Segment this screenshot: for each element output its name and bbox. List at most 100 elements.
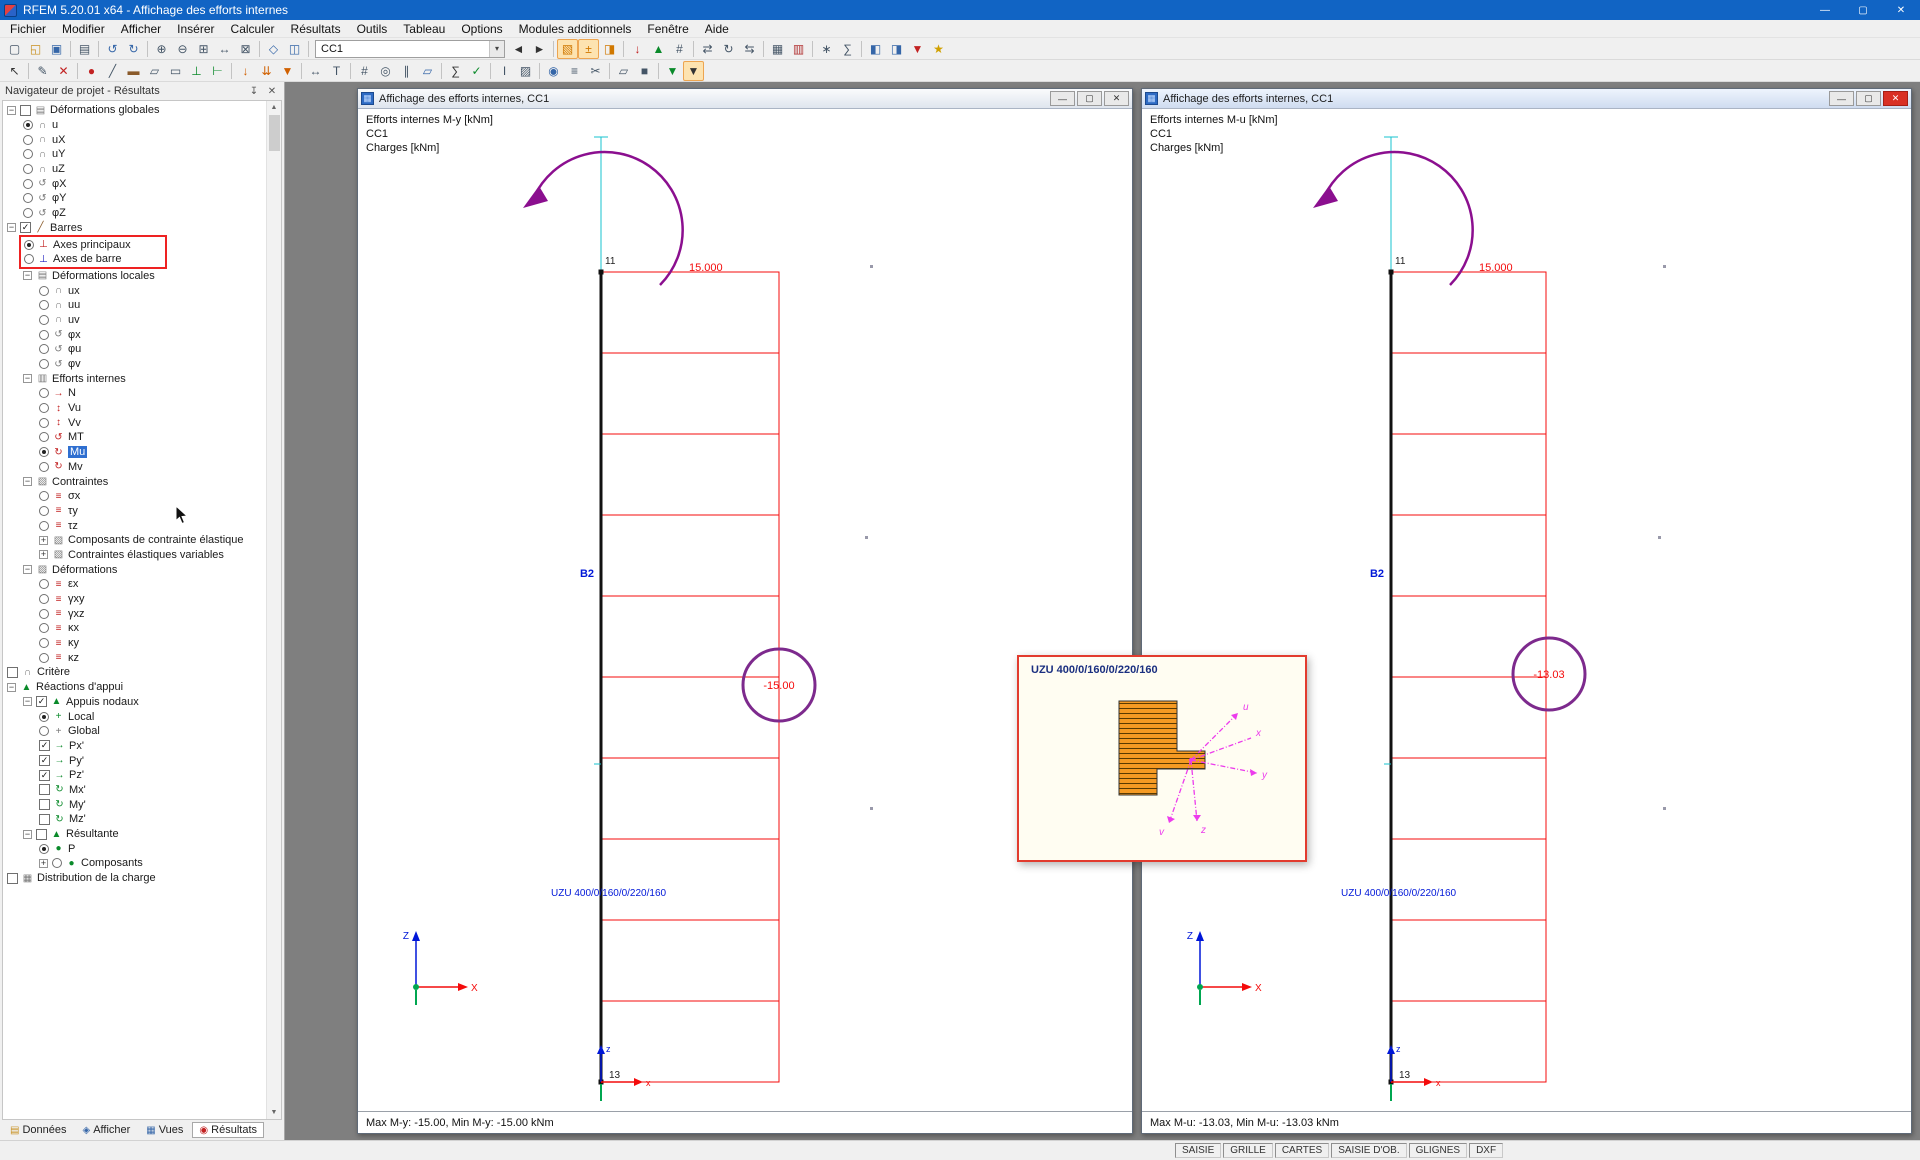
tree-item-distribution-de-la-charge[interactable]: ▦ Distribution de la charge [3,871,266,886]
radio-ux[interactable] [39,285,49,296]
load-case-combo[interactable]: CC1 ▾ [315,39,505,58]
tab-vues[interactable]: ▦ Vues [139,1122,190,1138]
display-properties-button[interactable]: ▼ [683,60,704,81]
dimension-button[interactable]: ↔ [305,61,326,81]
collapse-icon[interactable]: − [7,105,16,115]
show-result-values-button[interactable]: ± [578,38,599,59]
status-saisie[interactable]: SAISIE [1175,1143,1222,1158]
new-line-button[interactable]: ╱ [102,61,123,81]
radio-u[interactable] [39,344,49,355]
open-file-button[interactable]: ◱ [25,39,46,59]
tree-item-mu[interactable]: ↻ Mu [3,445,266,460]
tree-item-x[interactable]: ↺ φX [3,176,266,191]
tree-item-composants-de-contrainte-lastique[interactable]: + ▧ Composants de contrainte élastique [3,533,266,548]
radio-uz[interactable] [23,164,33,175]
menu-afficher[interactable]: Afficher [113,21,169,37]
menu-fenetre[interactable]: Fenêtre [639,21,696,37]
pin-icon[interactable]: ↧ [247,86,261,97]
panel-left-button[interactable]: ◧ [865,39,886,59]
tree-item-x[interactable]: ≡ εx [3,577,266,592]
tab-donnees[interactable]: ▤ Données [3,1122,74,1138]
undo-button[interactable]: ↺ [102,39,123,59]
tree-item-u[interactable]: ∩ u [3,118,266,133]
material-button[interactable]: ▨ [515,61,536,81]
view-xz-button[interactable]: ◫ [284,39,305,59]
scroll-down-icon[interactable]: ▼ [267,1106,281,1119]
zoom-all-button[interactable]: ⊠ [235,39,256,59]
modules-button[interactable]: ∗ [816,39,837,59]
status-grille[interactable]: GRILLE [1223,1143,1273,1158]
tree-item-mv[interactable]: ↻ Mv [3,460,266,475]
tree-item-x[interactable]: ↺ φx [3,327,266,342]
menu-modifier[interactable]: Modifier [54,21,113,37]
tree-item-v[interactable]: ↺ φv [3,357,266,372]
line-support-button[interactable]: ⊢ [207,61,228,81]
grid-button[interactable]: # [354,61,375,81]
tree-item-x[interactable]: ≡ σx [3,489,266,504]
menu-aide[interactable]: Aide [697,21,737,37]
status-saisie-ob[interactable]: SAISIE D'OB. [1331,1143,1407,1158]
radio-xz[interactable] [39,608,49,619]
layers-button[interactable]: ≡ [564,61,585,81]
radio-z[interactable] [23,208,33,219]
zoom-out-button[interactable]: ⊖ [172,39,193,59]
radio-mv[interactable] [39,461,49,472]
scrollbar-thumb[interactable] [268,115,280,151]
tree-item-d-formations-locales[interactable]: − ▤ Déformations locales [3,269,266,284]
nodal-load-button[interactable]: ↓ [235,61,256,81]
tree-item-y[interactable]: ≡ κy [3,636,266,651]
checkbox-crit-re[interactable] [7,666,18,678]
panel-right-button[interactable]: ◨ [886,39,907,59]
collapse-icon[interactable]: − [23,271,32,281]
checkbox-my[interactable] [39,799,50,811]
tree-item-axes-de-barre[interactable]: ⊥ Axes de barre [21,252,165,267]
rotate-button[interactable]: ↻ [718,39,739,59]
status-dxf[interactable]: DXF [1469,1143,1504,1158]
tree-item-mz[interactable]: ↻ Mz' [3,812,266,827]
menu-inserer[interactable]: Insérer [169,21,222,37]
zoom-window-button[interactable]: ⊞ [193,39,214,59]
child-window-title-bar[interactable]: ▦ Affichage des efforts internes, CC1 — … [1142,89,1911,109]
tree-item-z[interactable]: ≡ τz [3,518,266,533]
tree-item-vu[interactable]: ↕ Vu [3,401,266,416]
radio-vv[interactable] [39,417,49,428]
tree-item-r-sultante[interactable]: − ▲ Résultante [3,827,266,842]
checkbox-appuis-nodaux[interactable]: ✓ [36,696,47,708]
new-member-button[interactable]: ▬ [123,61,144,81]
tree-item-xz[interactable]: ≡ γxz [3,606,266,621]
collapse-icon[interactable]: − [23,565,32,575]
radio-p[interactable] [39,843,49,854]
node-marker-top[interactable] [598,269,604,275]
model-view[interactable]: Efforts internes M-u [kNm] CC1 Charges [… [1142,109,1911,1111]
visibility-button[interactable]: ◉ [543,61,564,81]
isometric-view-button[interactable]: ◇ [263,39,284,59]
checkbox-mz[interactable] [39,813,50,825]
tree-item-mt[interactable]: ↺ MT [3,430,266,445]
tree-item-d-formations[interactable]: − ▨ Déformations [3,562,266,577]
radio-ux[interactable] [23,134,33,145]
radio-local[interactable] [39,711,49,722]
new-file-button[interactable]: ▢ [4,39,25,59]
tree-item-vv[interactable]: ↕ Vv [3,415,266,430]
cross-section-button[interactable]: I [494,61,515,81]
collapse-icon[interactable]: − [23,697,32,707]
guidelines-button[interactable]: ∥ [396,61,417,81]
tree-item-efforts-internes[interactable]: − ▥ Efforts internes [3,371,266,386]
checkbox-px[interactable]: ✓ [39,740,50,752]
menu-calculer[interactable]: Calculer [223,21,283,37]
model-view[interactable]: Efforts internes M-y [kNm] CC1 Charges [… [358,109,1132,1111]
new-surface-button[interactable]: ▱ [144,61,165,81]
nodal-support-button[interactable]: ⊥ [186,61,207,81]
show-loads-button[interactable]: ↓ [627,39,648,59]
radio-uu[interactable] [39,300,49,311]
settings-button[interactable]: ★ [928,39,949,59]
check-model-button[interactable]: ✓ [466,61,487,81]
radio-z[interactable] [39,520,49,531]
menu-tableau[interactable]: Tableau [395,21,453,37]
solid-view-button[interactable]: ■ [634,61,655,81]
child-window-mu[interactable]: ▦ Affichage des efforts internes, CC1 — … [1141,88,1912,1134]
redo-button[interactable]: ↻ [123,39,144,59]
tree-item-pz[interactable]: ✓ → Pz' [3,768,266,783]
tab-afficher[interactable]: ◈ Afficher [76,1122,138,1138]
checkbox-d-formations-globales[interactable] [20,104,31,116]
